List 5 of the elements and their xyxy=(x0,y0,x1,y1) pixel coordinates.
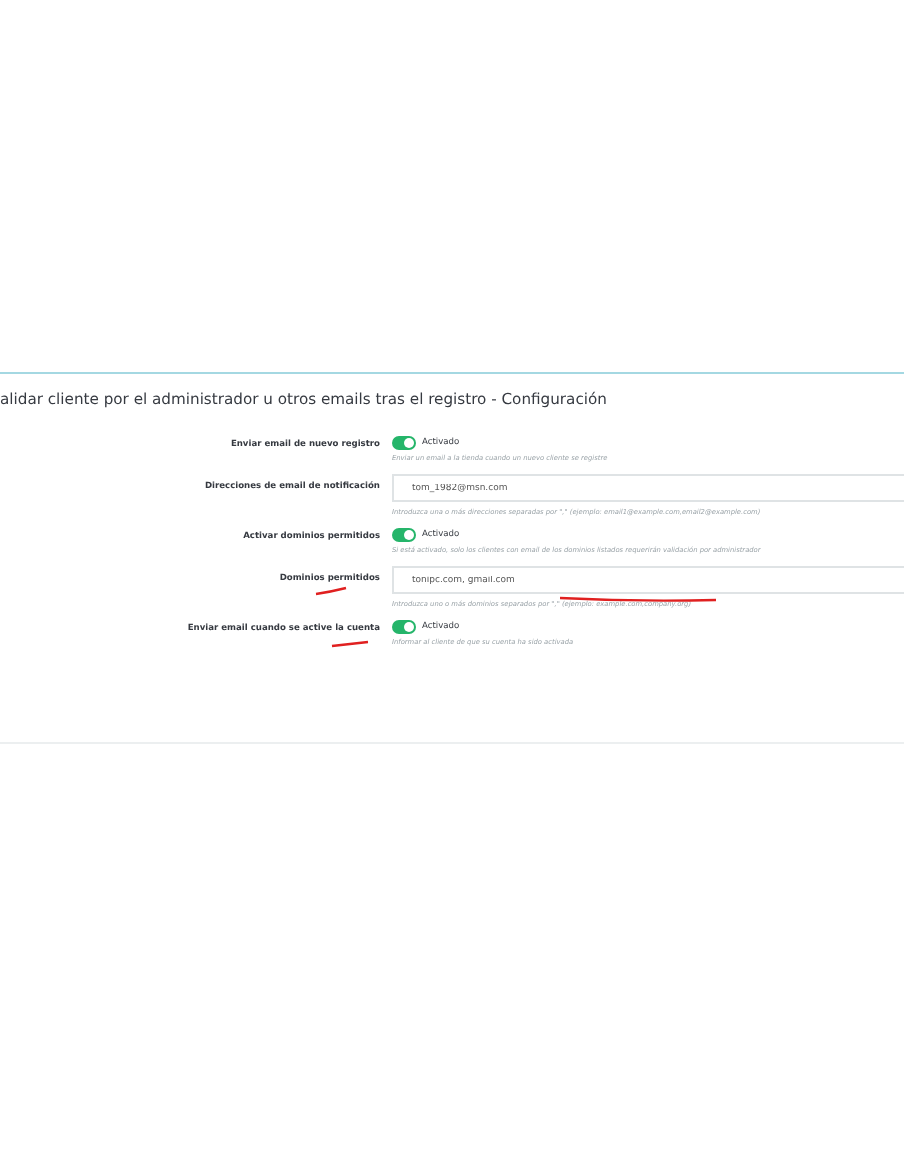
toggle-switch[interactable] xyxy=(392,436,416,450)
toggle-switch[interactable] xyxy=(392,620,416,634)
annotation-mark xyxy=(330,640,370,648)
toggle-switch[interactable] xyxy=(392,528,416,542)
annotation-mark xyxy=(314,586,348,596)
